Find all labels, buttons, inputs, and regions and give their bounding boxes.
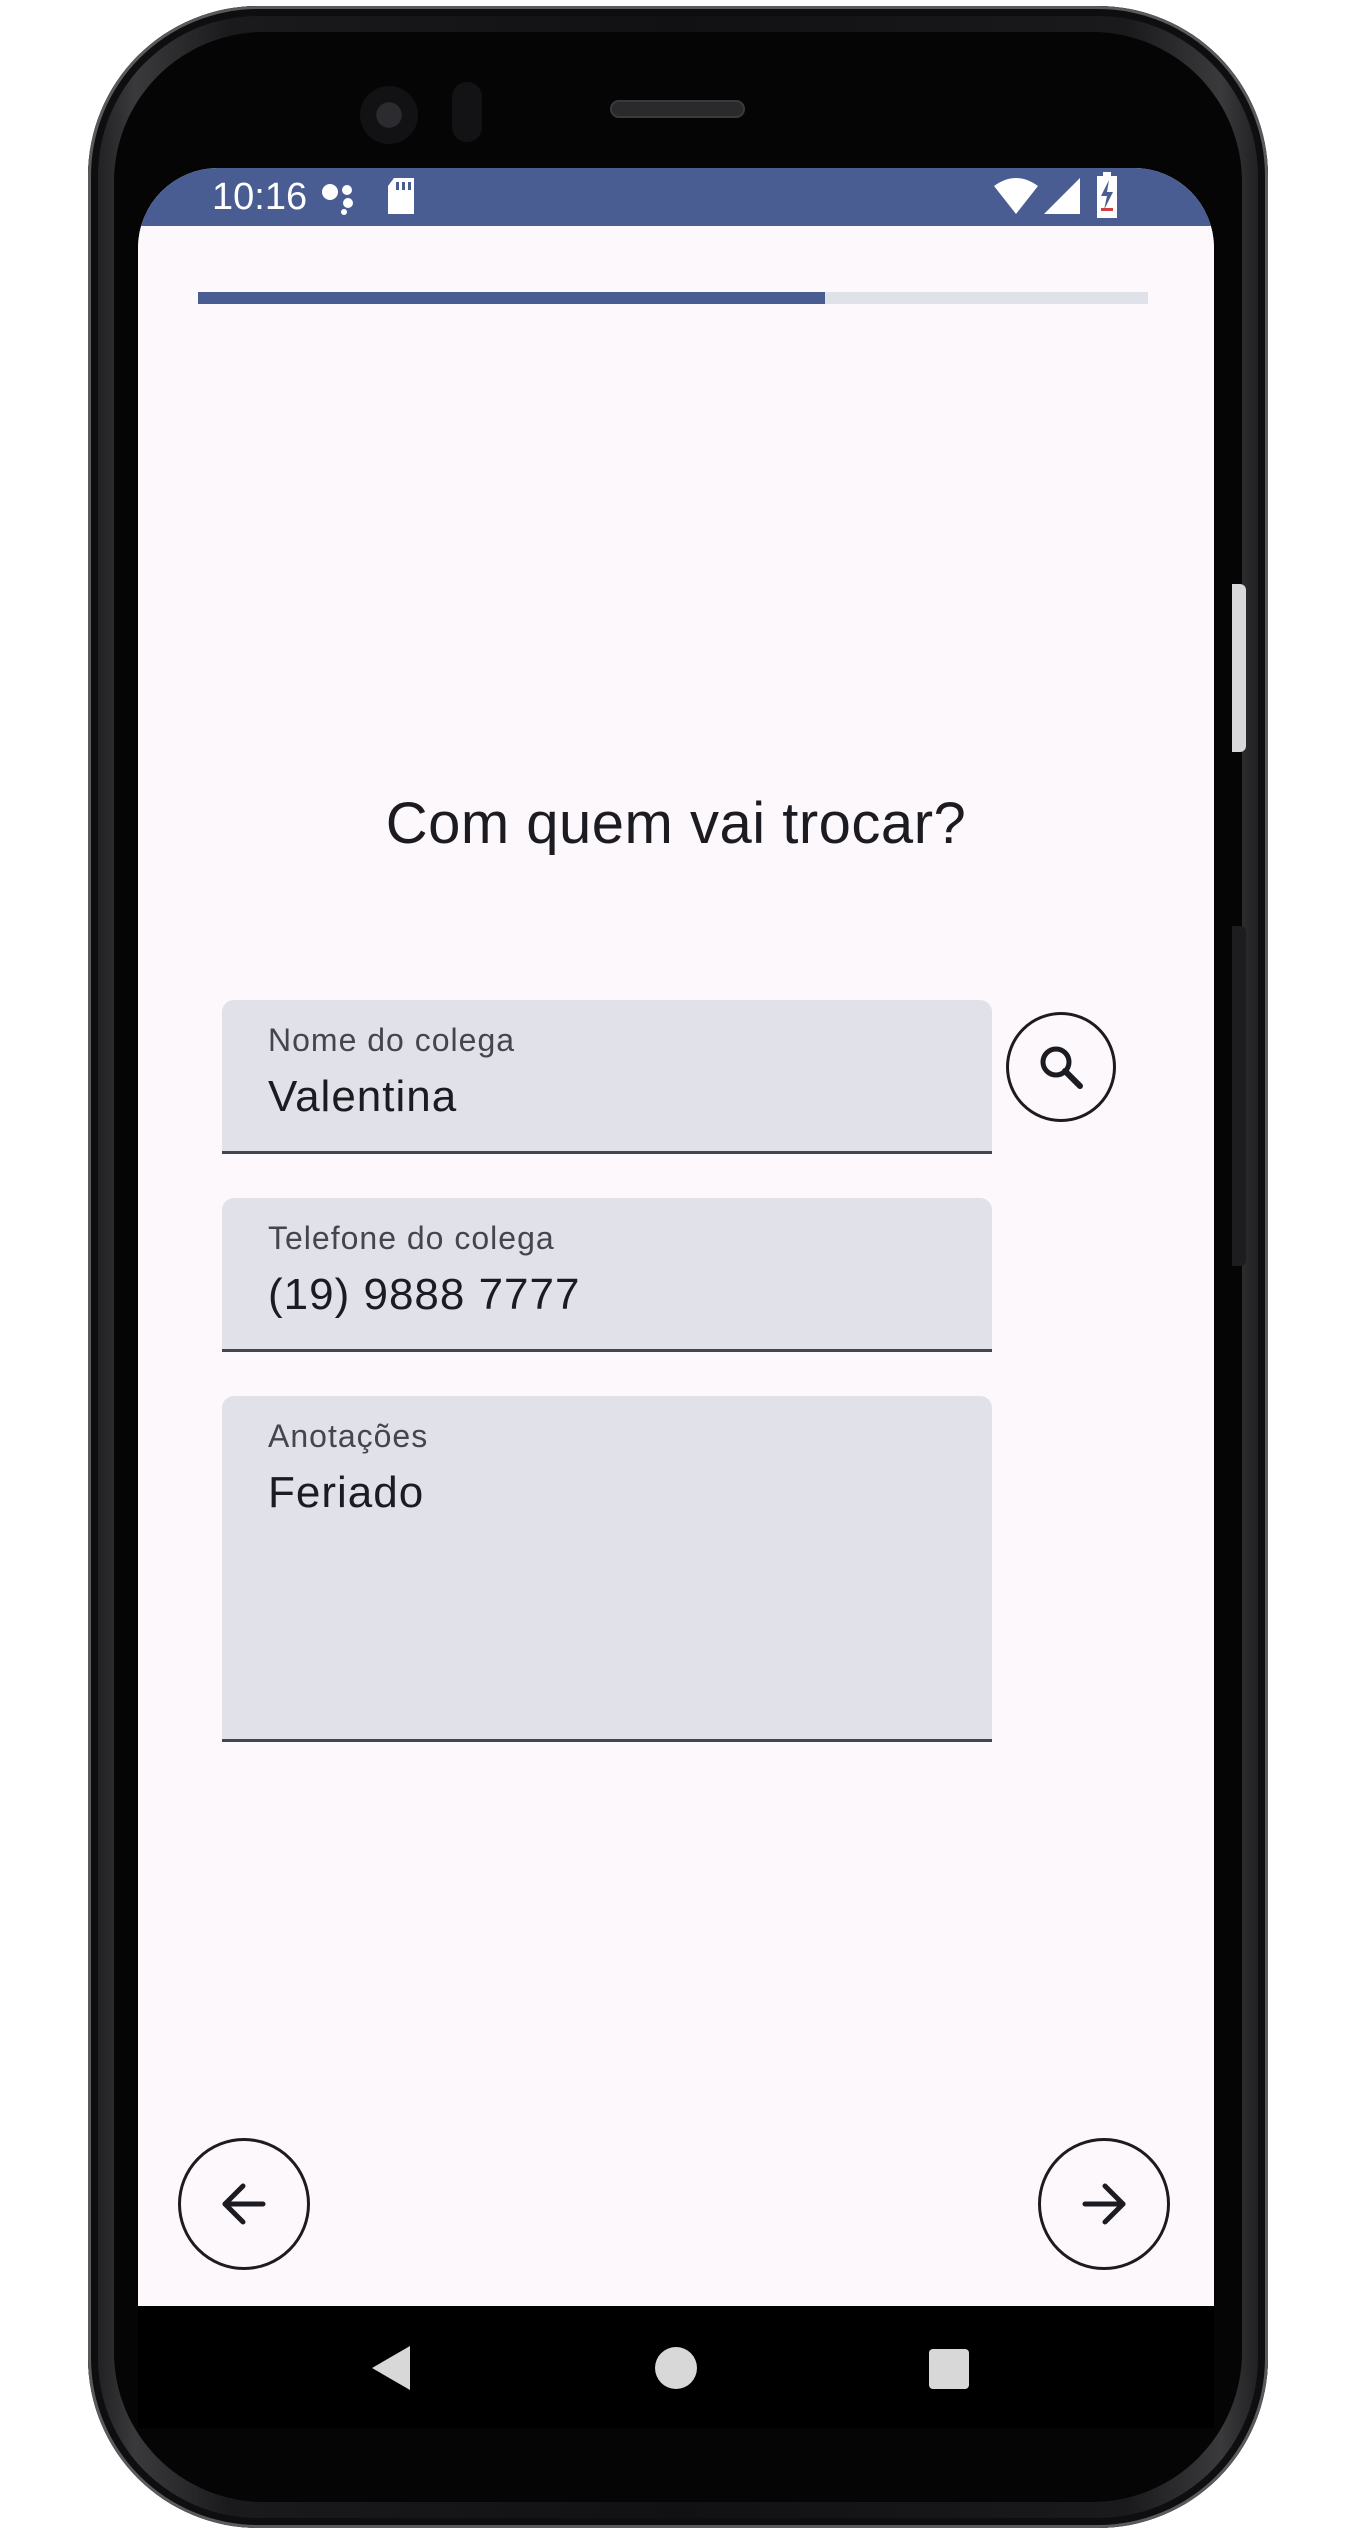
arrow-left-icon xyxy=(222,2183,266,2225)
system-navigation-bar xyxy=(138,2306,1214,2428)
cellular-signal-icon xyxy=(1044,178,1080,214)
arrow-right-icon xyxy=(1082,2183,1126,2225)
wifi-icon xyxy=(994,178,1038,214)
page-title: Com quem vai trocar? xyxy=(385,791,967,856)
progress-bar xyxy=(198,292,1148,304)
front-camera xyxy=(360,86,418,144)
phone-field[interactable]: Telefone do colega (19) 9888 7777 xyxy=(222,1198,992,1352)
next-button[interactable] xyxy=(1038,2138,1170,2270)
status-time: 10:16 xyxy=(212,176,308,218)
screen: 10:16 Com quem vai trocar? Nome do coleg… xyxy=(138,168,1214,2428)
earpiece-speaker xyxy=(610,100,745,118)
back-triangle-icon[interactable] xyxy=(370,2344,414,2392)
assistant-dots-icon xyxy=(322,184,353,215)
power-button xyxy=(1232,926,1246,1266)
name-field-label: Nome do colega xyxy=(268,1022,516,1058)
notes-field-value[interactable]: Feriado xyxy=(268,1468,424,1518)
phone-field-value[interactable]: (19) 9888 7777 xyxy=(268,1270,580,1320)
progress-fill xyxy=(198,292,825,304)
phone-field-label: Telefone do colega xyxy=(268,1220,555,1256)
sd-card-icon xyxy=(388,178,414,214)
proximity-sensor xyxy=(452,82,482,142)
search-contact-button[interactable] xyxy=(1006,1012,1116,1122)
recents-square-icon[interactable] xyxy=(928,2348,970,2390)
notes-field-label: Anotações xyxy=(268,1418,429,1454)
volume-button xyxy=(1232,584,1246,752)
notes-field[interactable]: Anotações Feriado xyxy=(222,1396,992,1742)
name-field-value[interactable]: Valentina xyxy=(268,1072,457,1122)
status-bar: 10:16 xyxy=(138,168,1214,226)
name-field[interactable]: Nome do colega Valentina xyxy=(222,1000,992,1154)
home-circle-icon[interactable] xyxy=(654,2346,698,2390)
search-icon xyxy=(1040,1046,1083,1089)
back-button[interactable] xyxy=(178,2138,310,2270)
battery-charging-icon xyxy=(1097,172,1117,218)
app-content: Com quem vai trocar? Nome do colega Vale… xyxy=(138,226,1214,2306)
